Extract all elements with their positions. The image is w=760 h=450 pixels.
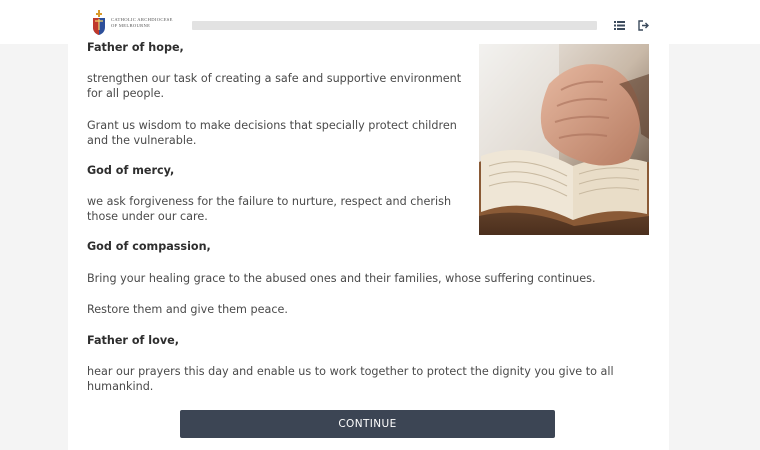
prayer-heading: God of compassion, [87, 240, 211, 253]
prayer-paragraph: Grant us wisdom to make decisions that s… [87, 119, 457, 147]
page: CATHOLIC ARCHDIOCESE OF MELBOURNE Father… [0, 0, 760, 450]
prayer-paragraph: hear our prayers this day and enable us … [87, 365, 614, 393]
archdiocese-logo[interactable]: CATHOLIC ARCHDIOCESE OF MELBOURNE [92, 8, 182, 38]
continue-button[interactable]: CONTINUE [180, 410, 555, 438]
prayer-paragraph: Restore them and give them peace. [87, 303, 288, 316]
prayer-heading: God of mercy, [87, 164, 175, 177]
logo-text: CATHOLIC ARCHDIOCESE OF MELBOURNE [111, 17, 173, 28]
prayer-paragraph: Bring your healing grace to the abused o… [87, 272, 596, 285]
prayer-heading: Father of hope, [87, 41, 184, 54]
prayer-heading: Father of love, [87, 334, 179, 347]
prayer-paragraph: we ask forgiveness for the failure to nu… [87, 195, 452, 223]
list-menu-icon[interactable] [612, 18, 626, 32]
progress-bar [192, 21, 597, 30]
exit-icon[interactable] [637, 18, 651, 32]
right-margin-panel [669, 44, 760, 450]
praying-hands-on-bible-image [479, 44, 649, 235]
left-margin-panel [0, 44, 68, 450]
crest-icon [93, 10, 105, 35]
prayer-content: Father of hope, strengthen our task of cr… [68, 41, 669, 450]
header-bar: CATHOLIC ARCHDIOCESE OF MELBOURNE [68, 0, 669, 44]
prayer-paragraph: strengthen our task of creating a safe a… [87, 72, 462, 100]
